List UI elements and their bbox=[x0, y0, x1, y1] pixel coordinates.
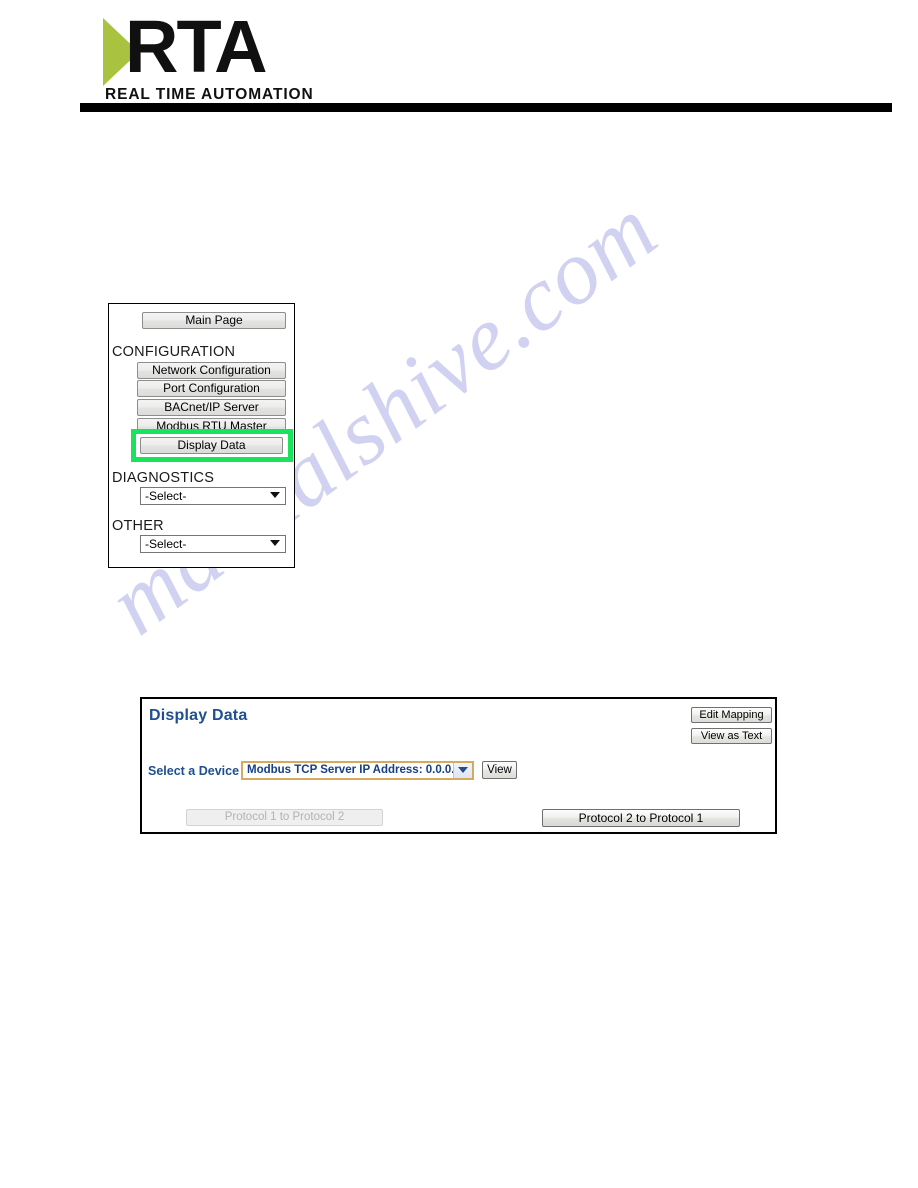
view-as-text-button[interactable]: View as Text bbox=[691, 728, 772, 744]
sidebar-item-bacnet-ip-server[interactable]: BACnet/IP Server bbox=[137, 399, 286, 416]
configuration-heading: CONFIGURATION bbox=[112, 344, 236, 360]
device-select[interactable]: Modbus TCP Server IP Address: 0.0.0.0 bbox=[241, 761, 474, 780]
header-divider bbox=[80, 103, 892, 112]
logo-wordmark: RTA bbox=[125, 5, 268, 88]
other-select-value: -Select- bbox=[145, 537, 187, 551]
chevron-down-icon bbox=[270, 540, 280, 546]
display-data-panel: Display Data Edit Mapping View as Text S… bbox=[140, 697, 777, 834]
device-select-value: Modbus TCP Server IP Address: 0.0.0.0 bbox=[247, 764, 461, 776]
chevron-down-icon bbox=[270, 492, 280, 498]
select-device-label: Select a Device bbox=[148, 764, 240, 778]
main-page-button[interactable]: Main Page bbox=[142, 312, 286, 329]
sidebar-item-port-configuration[interactable]: Port Configuration bbox=[137, 380, 286, 397]
other-heading: OTHER bbox=[112, 518, 164, 534]
sidebar-item-network-configuration[interactable]: Network Configuration bbox=[137, 362, 286, 379]
sidebar-item-display-data[interactable]: Display Data bbox=[140, 437, 283, 454]
navigation-panel: Main Page CONFIGURATION Network Configur… bbox=[108, 303, 295, 568]
protocol-1-to-protocol-2-button[interactable]: Protocol 1 to Protocol 2 bbox=[186, 809, 383, 826]
rta-logo: RTA REAL TIME AUTOMATION bbox=[103, 8, 313, 103]
edit-mapping-button[interactable]: Edit Mapping bbox=[691, 707, 772, 723]
page-header: RTA REAL TIME AUTOMATION bbox=[0, 0, 918, 120]
chevron-down-icon bbox=[458, 767, 468, 773]
protocol-2-to-protocol-1-button[interactable]: Protocol 2 to Protocol 1 bbox=[542, 809, 740, 827]
diagnostics-heading: DIAGNOSTICS bbox=[112, 470, 215, 486]
other-select[interactable]: -Select- bbox=[140, 535, 286, 553]
page-title: Display Data bbox=[149, 707, 248, 724]
page-watermark: manualshive.com bbox=[0, 0, 918, 1188]
view-button[interactable]: View bbox=[482, 761, 517, 779]
diagnostics-select[interactable]: -Select- bbox=[140, 487, 286, 505]
device-select-arrow[interactable] bbox=[453, 763, 472, 778]
diagnostics-select-value: -Select- bbox=[145, 489, 187, 503]
logo-tagline: REAL TIME AUTOMATION bbox=[105, 86, 314, 103]
